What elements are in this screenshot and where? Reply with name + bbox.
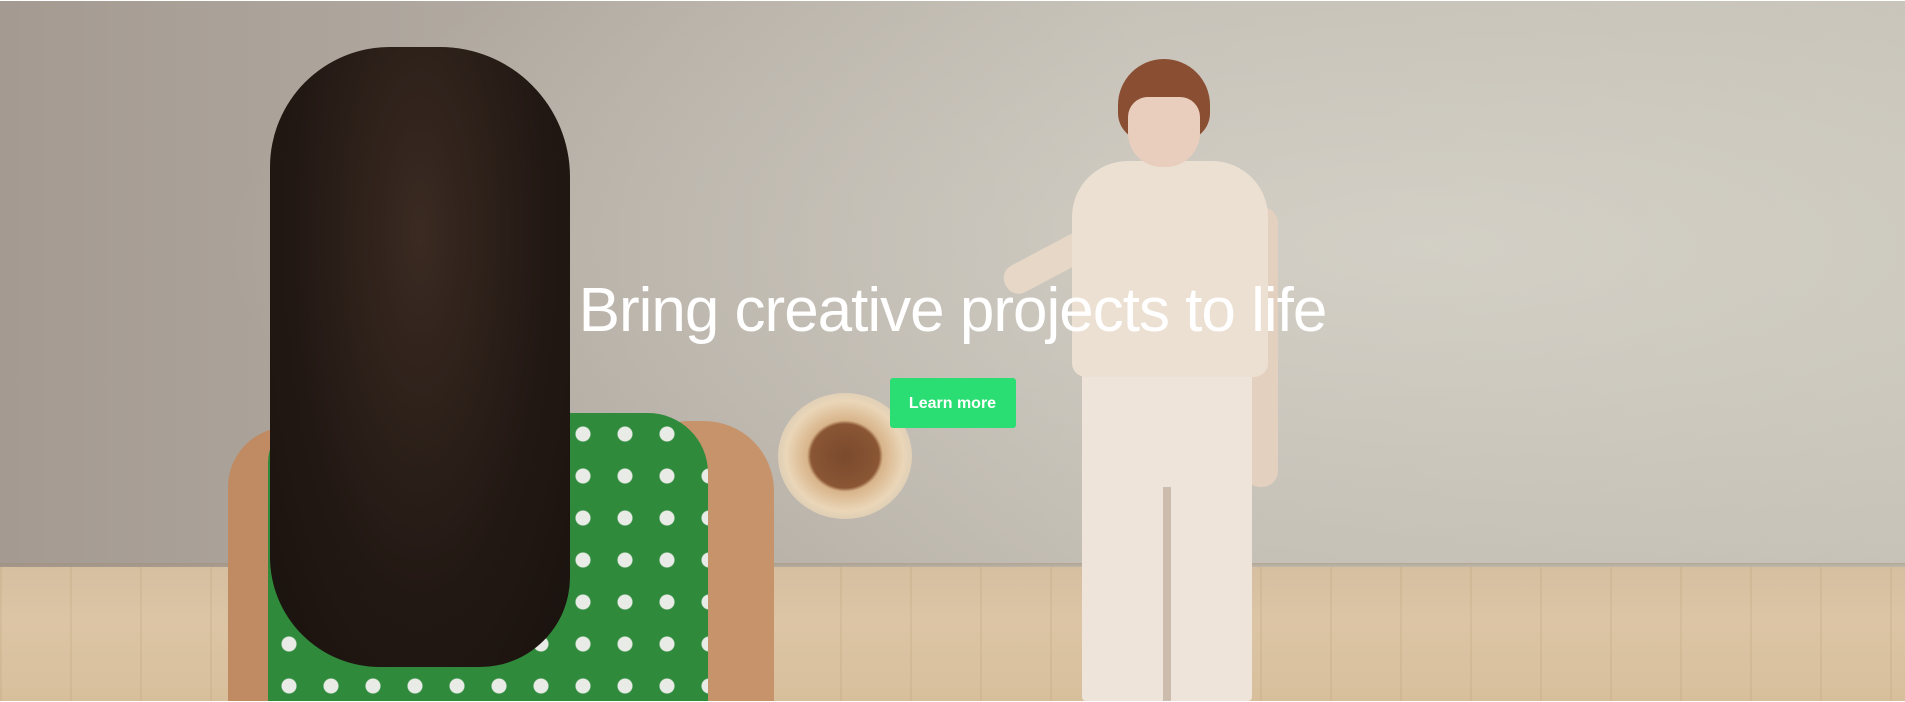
hero-content: Bring creative projects to life Learn mo… — [0, 271, 1905, 428]
learn-more-button[interactable]: Learn more — [889, 378, 1016, 428]
hero-title: Bring creative projects to life — [578, 276, 1328, 345]
performer-pants-seam — [1163, 487, 1171, 701]
hero-section: Bring creative projects to life Learn mo… — [0, 1, 1905, 701]
performer-face — [1128, 97, 1200, 167]
